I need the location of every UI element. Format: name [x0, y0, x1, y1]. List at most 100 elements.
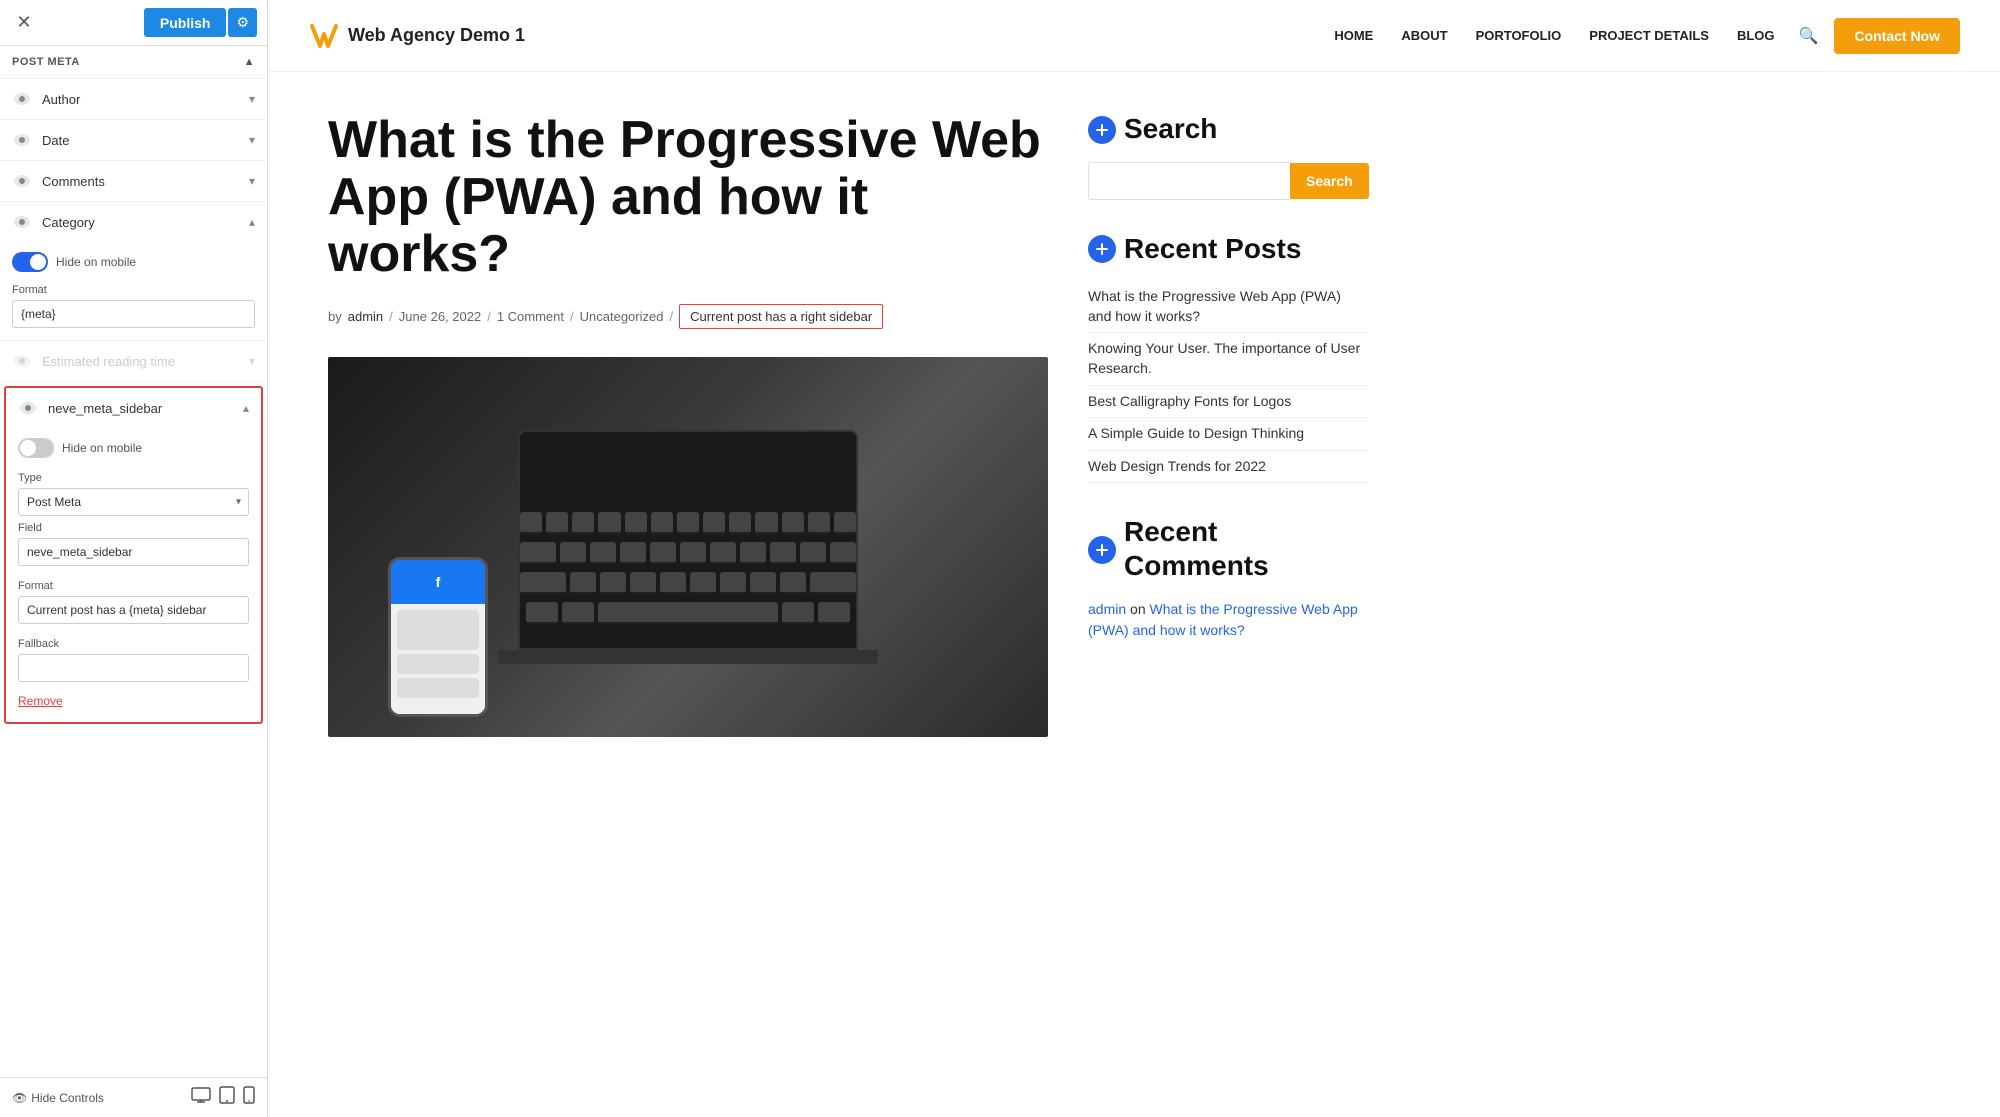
author-visibility-icon[interactable]	[12, 89, 32, 109]
neve-visibility-icon[interactable]	[18, 398, 38, 418]
recent-comments-title-text: Recent Comments	[1124, 515, 1368, 582]
post-meta: by admin / June 26, 2022 / 1 Comment / U…	[328, 304, 1048, 329]
nav-blog[interactable]: BLOG	[1737, 28, 1775, 43]
neve-fallback-input[interactable]	[18, 654, 249, 682]
comments-chevron: ▾	[249, 174, 255, 188]
recent-post-item[interactable]: A Simple Guide to Design Thinking	[1088, 418, 1368, 451]
author-row[interactable]: Author ▾	[0, 79, 267, 120]
nav-project-details[interactable]: PROJECT DETAILS	[1589, 28, 1709, 43]
recent-comments-widget-title: Recent Comments	[1088, 515, 1368, 582]
neve-hide-mobile-row: Hide on mobile	[18, 434, 249, 466]
estimated-reading-row[interactable]: Estimated reading time ▾	[0, 341, 267, 382]
mobile-view-button[interactable]	[243, 1086, 255, 1109]
neve-hide-mobile-toggle[interactable]	[18, 438, 54, 458]
recent-post-item[interactable]: Best Calligraphy Fonts for Logos	[1088, 386, 1368, 419]
estimated-visibility-icon[interactable]	[12, 351, 32, 371]
author-label: Author	[42, 92, 249, 107]
meta-separator-2: /	[487, 309, 491, 324]
neve-format-label: Format	[18, 580, 249, 592]
estimated-label: Estimated reading time	[42, 354, 249, 369]
date-row[interactable]: Date ▾	[0, 120, 267, 161]
hide-controls-label: Hide Controls	[31, 1091, 104, 1105]
right-sidebar: Search Search Recent Posts What is the P…	[1088, 112, 1368, 1077]
search-widget-form: Search	[1088, 162, 1368, 200]
comments-label: Comments	[42, 174, 249, 189]
search-widget-title-text: Search	[1124, 112, 1217, 146]
eye-hide-icon: 👁	[12, 1091, 27, 1105]
recent-comment-item: admin on What is the Progressive Web App…	[1088, 599, 1368, 641]
post-category[interactable]: Uncategorized	[580, 309, 664, 324]
site-name: Web Agency Demo 1	[348, 25, 525, 46]
neve-type-label: Type	[18, 472, 249, 484]
neve-field-label: Field	[18, 522, 249, 534]
date-visibility-icon[interactable]	[12, 130, 32, 150]
date-chevron: ▾	[249, 133, 255, 147]
nav-about[interactable]: ABOUT	[1401, 28, 1447, 43]
site-nav: HOME ABOUT PORTOFOLIO PROJECT DETAILS BL…	[1334, 28, 1774, 43]
neve-type-select[interactable]: Post Meta Custom Field Taxonomy	[18, 488, 249, 516]
neve-format-section: Format	[18, 580, 249, 632]
recent-comment-on: on	[1130, 601, 1149, 617]
settings-button[interactable]: ⚙	[228, 8, 257, 37]
category-format-input[interactable]	[12, 300, 255, 328]
neve-type-select-wrap: Post Meta Custom Field Taxonomy ▾	[18, 488, 249, 516]
post-date: June 26, 2022	[399, 309, 481, 324]
search-widget: Search Search	[1088, 112, 1368, 200]
recent-posts-list: What is the Progressive Web App (PWA) an…	[1088, 281, 1368, 483]
publish-button[interactable]: Publish	[144, 8, 227, 37]
meta-separator-3: /	[570, 309, 574, 324]
post-author[interactable]: admin	[348, 309, 383, 324]
logo-icon	[308, 20, 340, 52]
content-area: What is the Progressive Web App (PWA) an…	[268, 72, 2000, 1117]
site-header: Web Agency Demo 1 HOME ABOUT PORTOFOLIO …	[268, 0, 2000, 72]
comments-visibility-icon[interactable]	[12, 171, 32, 191]
recent-post-item[interactable]: What is the Progressive Web App (PWA) an…	[1088, 281, 1368, 333]
bottom-bar: 👁 Hide Controls	[0, 1077, 267, 1117]
recent-posts-widget-title: Recent Posts	[1088, 232, 1368, 266]
recent-posts-widget-icon	[1088, 235, 1116, 263]
nav-portofolio[interactable]: PORTOFOLIO	[1476, 28, 1562, 43]
search-input[interactable]	[1088, 162, 1290, 200]
main-area: Web Agency Demo 1 HOME ABOUT PORTOFOLIO …	[268, 0, 2000, 1117]
recent-post-item[interactable]: Knowing Your User. The importance of Use…	[1088, 333, 1368, 385]
search-go-button[interactable]: Search	[1290, 163, 1369, 199]
tablet-view-button[interactable]	[219, 1086, 235, 1109]
post-comments[interactable]: 1 Comment	[497, 309, 564, 324]
hide-controls-button[interactable]: 👁 Hide Controls	[12, 1091, 104, 1105]
category-visibility-icon[interactable]	[12, 212, 32, 232]
comments-row[interactable]: Comments ▾	[0, 161, 267, 202]
category-body: Hide on mobile Format	[0, 242, 267, 340]
author-chevron: ▾	[249, 92, 255, 106]
category-hide-mobile-label: Hide on mobile	[56, 255, 136, 269]
view-icons-group	[191, 1086, 255, 1109]
meta-separator-1: /	[389, 309, 393, 324]
nav-home[interactable]: HOME	[1334, 28, 1373, 43]
post-by: by	[328, 309, 342, 324]
category-chevron: ▴	[249, 215, 255, 229]
neve-meta-header[interactable]: neve_meta_sidebar ▴	[6, 388, 261, 428]
neve-remove-link[interactable]: Remove	[18, 694, 63, 708]
post-meta-collapse-icon[interactable]: ▲	[244, 56, 255, 68]
neve-field-input[interactable]	[18, 538, 249, 566]
recent-post-item[interactable]: Web Design Trends for 2022	[1088, 451, 1368, 484]
category-hide-mobile-toggle[interactable]	[12, 252, 48, 272]
recent-comments-widget: Recent Comments admin on What is the Pro…	[1088, 515, 1368, 640]
neve-field-section: Field	[18, 522, 249, 574]
search-icon-nav[interactable]: 🔍	[1799, 26, 1819, 46]
post-image: f	[328, 357, 1048, 737]
category-format-label: Format	[12, 284, 255, 296]
category-format-section: Format	[12, 284, 255, 328]
recent-comment-author-link[interactable]: admin	[1088, 601, 1126, 617]
close-button[interactable]: ✕	[10, 9, 38, 37]
category-header[interactable]: Category ▴	[0, 202, 267, 242]
recent-comment-post-link[interactable]: What is the Progressive Web App (PWA) an…	[1088, 601, 1358, 638]
meta-separator-4: /	[669, 309, 673, 324]
panel-scroll: Author ▾ Date ▾ Comments ▾ Categ	[0, 79, 267, 1117]
neve-meta-block: neve_meta_sidebar ▴ Hide on mobile Type …	[4, 386, 263, 724]
left-panel: ✕ Publish ⚙ POST META ▲ Author ▾ Date ▾	[0, 0, 268, 1117]
desktop-view-button[interactable]	[191, 1086, 211, 1109]
post-meta-title: POST META	[12, 56, 80, 68]
neve-format-input[interactable]	[18, 596, 249, 624]
search-widget-title: Search	[1088, 112, 1368, 146]
contact-now-button[interactable]: Contact Now	[1834, 18, 1960, 54]
